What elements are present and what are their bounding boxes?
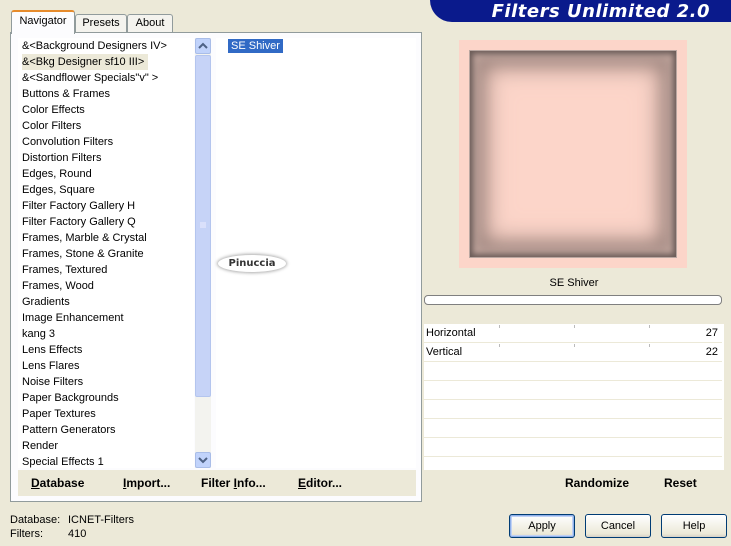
category-item[interactable]: &<Sandflower Specials"v" > — [22, 70, 158, 86]
category-item[interactable]: &<Background Designers IV> — [22, 38, 167, 54]
parameter-list: Horizontal 27 Vertical 22 — [424, 324, 724, 476]
category-item[interactable]: Color Filters — [22, 118, 81, 134]
chevron-down-icon — [198, 457, 208, 464]
category-item[interactable]: Frames, Marble & Crystal — [22, 230, 147, 246]
param-row-empty — [424, 419, 722, 438]
help-button[interactable]: Help — [661, 514, 727, 538]
scroll-down-button[interactable] — [195, 452, 211, 468]
category-item[interactable]: Filter Factory Gallery H — [22, 198, 135, 214]
category-item[interactable]: Buttons & Frames — [22, 86, 110, 102]
category-item[interactable]: Noise Filters — [22, 374, 83, 390]
category-item[interactable]: Image Enhancement — [22, 310, 124, 326]
cancel-button[interactable]: Cancel — [585, 514, 651, 538]
category-item[interactable]: &<Bkg Designer sf10 III> — [22, 54, 149, 70]
param-row-empty — [424, 438, 722, 457]
category-item[interactable]: Gradients — [22, 294, 70, 310]
category-item[interactable]: Frames, Stone & Granite — [22, 246, 144, 262]
category-item[interactable]: Frames, Wood — [22, 278, 94, 294]
category-item[interactable]: Color Effects — [22, 102, 85, 118]
import-button[interactable]: Import... — [123, 476, 170, 490]
category-item[interactable]: kang 3 — [22, 326, 55, 342]
category-item[interactable]: Lens Effects — [22, 342, 82, 358]
category-item[interactable]: Pattern Generators — [22, 422, 116, 438]
grip-icon — [200, 222, 206, 228]
randomize-button[interactable]: Randomize — [565, 476, 629, 490]
scroll-up-button[interactable] — [195, 38, 211, 54]
database-button[interactable]: Database — [31, 476, 84, 490]
banner-title: Filters Unlimited 2.0 — [491, 1, 710, 22]
param-row-empty — [424, 400, 722, 419]
param-label: Horizontal — [426, 327, 476, 339]
progress-bar — [424, 295, 722, 305]
tab-about[interactable]: About — [127, 14, 173, 32]
title-banner: Filters Unlimited 2.0 — [430, 0, 731, 22]
category-item[interactable]: Paper Backgrounds — [22, 390, 119, 406]
tab-navigator[interactable]: Navigator — [11, 10, 75, 34]
editor-button[interactable]: Editor... — [298, 476, 342, 490]
preview-image — [459, 40, 687, 268]
filters-label: Filters: — [10, 528, 43, 540]
filter-list[interactable]: SE Shiver — [216, 38, 416, 468]
category-item[interactable]: Special Effects 1 — [22, 454, 104, 470]
category-item[interactable]: Lens Flares — [22, 358, 79, 374]
database-label: Database: — [10, 514, 61, 526]
preview-filter-name: SE Shiver — [424, 272, 724, 294]
param-row-empty — [424, 457, 722, 476]
filter-item-selected[interactable]: SE Shiver — [228, 39, 283, 53]
filter-info-button[interactable]: Filter Info... — [201, 476, 266, 490]
scroll-thumb[interactable] — [195, 55, 211, 397]
reset-button[interactable]: Reset — [664, 476, 697, 490]
chevron-up-icon — [198, 42, 208, 49]
category-item[interactable]: Frames, Textured — [22, 262, 107, 278]
param-value: 22 — [705, 346, 718, 358]
param-row-empty — [424, 381, 722, 400]
category-scrollbar[interactable] — [195, 38, 211, 468]
category-item[interactable]: Distortion Filters — [22, 150, 101, 166]
param-value: 27 — [705, 327, 718, 339]
database-value: ICNET-Filters — [68, 514, 134, 526]
watermark-logo: Pinuccia — [218, 255, 286, 272]
category-item[interactable]: Render — [22, 438, 58, 454]
navigator-button-bar: Database Import... Filter Info... Editor… — [18, 470, 416, 496]
param-label: Vertical — [426, 346, 463, 358]
category-item[interactable]: Filter Factory Gallery Q — [22, 214, 136, 230]
category-item[interactable]: Paper Textures — [22, 406, 96, 422]
apply-button[interactable]: Apply — [509, 514, 575, 538]
param-row-empty — [424, 362, 722, 381]
tab-presets[interactable]: Presets — [75, 14, 127, 32]
category-item[interactable]: Edges, Round — [22, 166, 92, 182]
preview-frame — [459, 40, 687, 268]
category-list[interactable]: &<Background Designers IV> &<Bkg Designer… — [18, 38, 194, 468]
param-row-vertical[interactable]: Vertical 22 — [424, 343, 722, 362]
filters-value: 410 — [68, 528, 87, 540]
category-item[interactable]: Convolution Filters — [22, 134, 113, 150]
param-row-horizontal[interactable]: Horizontal 27 — [424, 324, 722, 343]
category-item[interactable]: Edges, Square — [22, 182, 95, 198]
